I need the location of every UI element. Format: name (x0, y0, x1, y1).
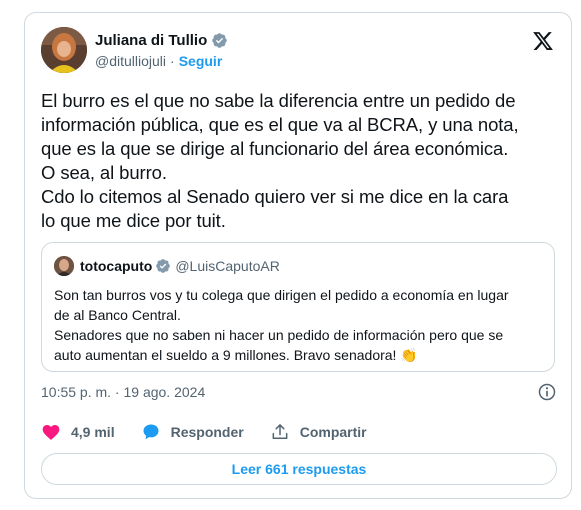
quoted-author-name: totocaputo (80, 258, 153, 274)
separator-dot: · (170, 53, 175, 69)
quoted-line: Son tan burros vos y tu colega que dirig… (54, 287, 509, 303)
author-name[interactable]: Juliana di Tullio (95, 32, 207, 49)
info-icon[interactable] (537, 382, 557, 402)
author-info: Juliana di Tullio @ditulliojuli · Seguir (95, 30, 228, 69)
share-icon (272, 424, 288, 439)
quoted-line: Senadores que no saben ni hacer un pedid… (54, 327, 504, 343)
follow-button[interactable]: Seguir (179, 53, 223, 69)
tweet-line: información pública, que es el que va al… (41, 114, 519, 135)
like-count: 4,9 mil (71, 424, 115, 440)
quoted-author-avatar (54, 256, 74, 276)
tweet-card: Juliana di Tullio @ditulliojuli · Seguir… (24, 12, 572, 499)
tweet-line: O sea, al burro. (41, 162, 167, 183)
verified-badge-icon (212, 32, 227, 48)
reply-button[interactable]: Responder (141, 422, 244, 442)
tweet-text: El burro es el que no sabe la diferencia… (41, 89, 561, 233)
verified-badge-icon (156, 259, 171, 273)
share-button[interactable]: Compartir (270, 422, 367, 442)
tweet-line: El burro es el que no sabe la diferencia… (41, 90, 516, 111)
tweet-line: Cdo lo citemos al Senado quiero ver si m… (41, 186, 509, 207)
tweet-line: lo que me dice por tuit. (41, 210, 226, 231)
author-avatar[interactable] (41, 27, 87, 73)
actions-bar: 4,9 mil Responder Compartir (41, 422, 393, 442)
quoted-line: auto aumentan el sueldo a 9 millones. Br… (54, 347, 418, 363)
tweet-line: que es la que se dirige al funcionario d… (41, 138, 509, 159)
like-button[interactable]: 4,9 mil (41, 422, 115, 442)
author-handle[interactable]: @ditulliojuli (95, 53, 166, 69)
share-label: Compartir (299, 424, 367, 440)
read-replies-button[interactable]: Leer 661 respuestas (41, 453, 557, 485)
quoted-author-handle: @LuisCaputoAR (175, 258, 280, 274)
comment-icon (143, 424, 159, 440)
x-logo-icon[interactable] (532, 30, 554, 52)
quoted-text: Son tan burros vos y tu colega que dirig… (54, 285, 544, 365)
quoted-tweet[interactable]: totocaputo @LuisCaputoAR Son tan burros … (41, 242, 555, 372)
reply-label: Responder (170, 424, 244, 440)
tweet-timestamp[interactable]: 10:55 p. m. · 19 ago. 2024 (41, 384, 205, 400)
heart-icon (42, 425, 60, 440)
quoted-line: de al Banco Central. (54, 307, 181, 323)
